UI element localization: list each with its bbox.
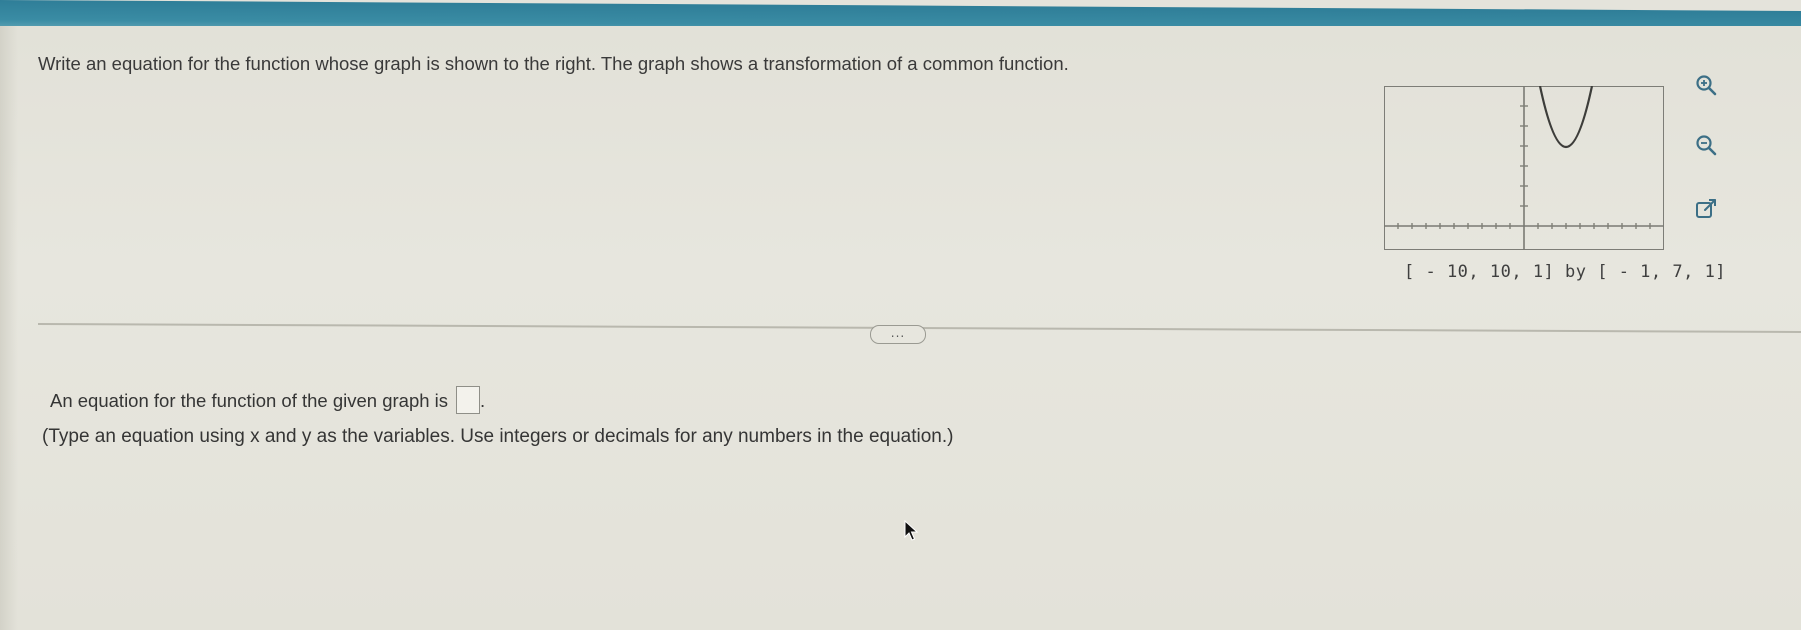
zoom-in-icon[interactable] [1693, 72, 1719, 98]
function-graph [1384, 86, 1664, 250]
answer-input[interactable] [456, 386, 481, 415]
expand-more-button[interactable]: ... [870, 325, 926, 344]
popout-icon[interactable] [1693, 196, 1719, 222]
answer-hint: (Type an equation using x and y as the v… [42, 426, 954, 447]
mouse-cursor-icon [904, 519, 920, 547]
question-prompt: Write an equation for the function whose… [38, 53, 1069, 74]
page-edge-shadow [0, 26, 18, 630]
more-button-label: ... [890, 325, 906, 340]
graph-window-caption: [ - 10, 10, 1] by [ - 1, 7, 1] [1404, 262, 1727, 282]
answer-line: An equation for the function of the give… [50, 386, 486, 415]
answer-suffix: . [480, 390, 486, 411]
parabola-curve [1538, 86, 1594, 149]
zoom-out-icon[interactable] [1693, 132, 1719, 158]
answer-prefix: An equation for the function of the give… [50, 390, 449, 411]
